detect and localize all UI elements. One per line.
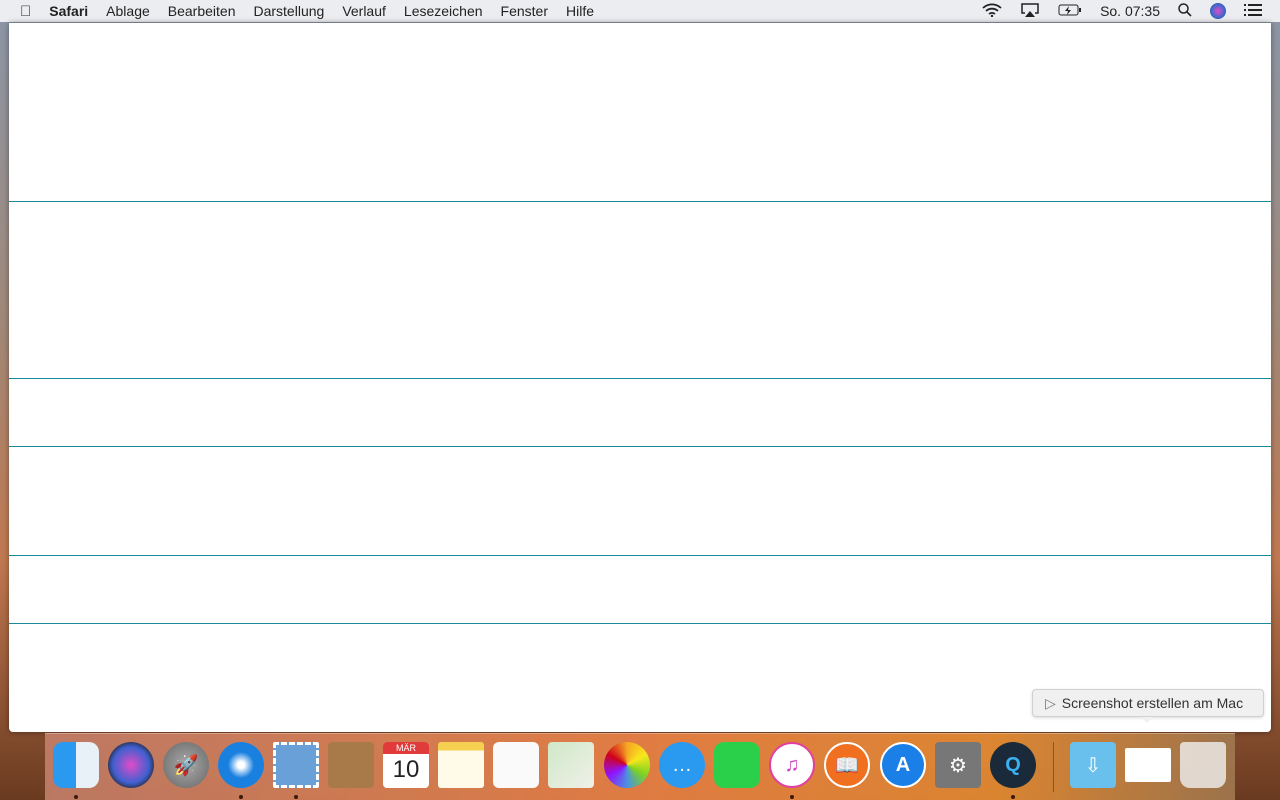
safari-window	[9, 23, 1271, 732]
apple-menu-icon[interactable]: 	[20, 3, 31, 20]
minimized-safari-window-icon[interactable]	[1125, 748, 1171, 782]
menu-verlauf[interactable]: Verlauf	[342, 3, 386, 19]
divider-line	[9, 446, 1271, 447]
app-store-icon[interactable]: A	[880, 742, 926, 788]
reminders-icon[interactable]	[493, 742, 539, 788]
calendar-month: MÄR	[383, 742, 429, 754]
menu-bearbeiten[interactable]: Bearbeiten	[168, 3, 236, 19]
trash-icon[interactable]	[1180, 742, 1226, 788]
menu-app-safari[interactable]: Safari	[49, 3, 88, 19]
calendar-icon[interactable]: MÄR 10	[383, 742, 429, 788]
notification-center-icon[interactable]	[1244, 3, 1262, 20]
launchpad-icon[interactable]: 🚀	[163, 742, 209, 788]
divider-line	[9, 623, 1271, 624]
running-indicator	[239, 795, 243, 799]
running-indicator	[74, 795, 78, 799]
divider-line	[9, 555, 1271, 556]
siri-app-icon[interactable]	[108, 742, 154, 788]
maps-icon[interactable]	[548, 742, 594, 788]
contacts-icon[interactable]	[328, 742, 374, 788]
running-indicator	[1011, 795, 1015, 799]
system-preferences-icon[interactable]: ⚙	[935, 742, 981, 788]
battery-icon[interactable]	[1058, 3, 1082, 19]
siri-icon[interactable]	[1210, 3, 1226, 19]
dock-separator	[1053, 742, 1054, 792]
menu-fenster[interactable]: Fenster	[501, 3, 548, 19]
play-icon: ▷	[1045, 694, 1056, 711]
quicktime-icon[interactable]: Q	[990, 742, 1036, 788]
downloads-folder-icon[interactable]: ⇩	[1070, 742, 1116, 788]
dock: 🚀 MÄR 10 … ♫ 📖 A ⚙ Q ⇩	[45, 733, 1235, 800]
divider-line	[9, 378, 1271, 379]
notes-icon[interactable]	[438, 742, 484, 788]
divider-line	[9, 201, 1271, 202]
running-indicator	[790, 795, 794, 799]
itunes-icon[interactable]: ♫	[769, 742, 815, 788]
menu-hilfe[interactable]: Hilfe	[566, 3, 594, 19]
airplay-icon[interactable]	[1020, 2, 1040, 21]
menu-bar:  Safari Ablage Bearbeiten Darstellung V…	[0, 0, 1280, 22]
calendar-day: 10	[392, 756, 420, 783]
wifi-icon[interactable]	[982, 3, 1002, 20]
photos-icon[interactable]	[604, 742, 650, 788]
menu-lesezeichen[interactable]: Lesezeichen	[404, 3, 483, 19]
messages-icon[interactable]: …	[659, 742, 705, 788]
spotlight-search-icon[interactable]	[1178, 2, 1192, 20]
facetime-icon[interactable]	[714, 742, 760, 788]
safari-icon[interactable]	[218, 742, 264, 788]
screenshot-tooltip[interactable]: ▷ Screenshot erstellen am Mac	[1032, 689, 1264, 723]
ibooks-icon[interactable]: 📖	[824, 742, 870, 788]
menu-darstellung[interactable]: Darstellung	[253, 3, 324, 19]
tooltip-label: Screenshot erstellen am Mac	[1061, 695, 1244, 711]
mail-icon[interactable]	[273, 742, 319, 788]
finder-icon[interactable]	[53, 742, 99, 788]
clock[interactable]: So. 07:35	[1100, 3, 1160, 19]
running-indicator	[294, 795, 298, 799]
menu-ablage[interactable]: Ablage	[106, 3, 150, 19]
